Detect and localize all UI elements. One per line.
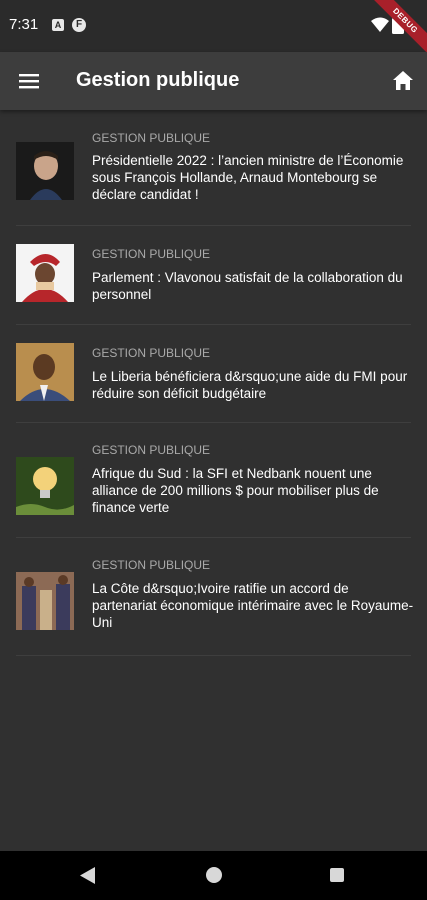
article-thumbnail (16, 142, 74, 200)
home-circle-icon[interactable] (206, 867, 222, 883)
article-item[interactable]: GESTION PUBLIQUE Afrique du Sud : la SFI… (16, 423, 411, 538)
hamburger-menu-icon (19, 74, 39, 89)
article-category: GESTION PUBLIQUE (92, 558, 211, 572)
home-button[interactable] (388, 66, 418, 96)
article-thumbnail (16, 572, 74, 630)
article-item[interactable]: GESTION PUBLIQUE La Côte d&rsquo;Ivoire … (16, 538, 414, 656)
notification-f-icon: F (72, 18, 86, 32)
article-thumbnail (16, 343, 74, 401)
recents-square-icon[interactable] (330, 868, 344, 882)
status-time: 7:31 (9, 16, 39, 33)
back-triangle-icon[interactable] (80, 867, 96, 884)
article-category: GESTION PUBLIQUE (92, 443, 211, 457)
wifi-icon (371, 17, 389, 32)
status-bar: 7:31 A F DEBUG (0, 0, 427, 62)
home-icon (393, 71, 413, 90)
article-title: Afrique du Sud : la SFI et Nedbank nouen… (92, 466, 379, 515)
article-title: Présidentielle 2022 : l’ancien ministre … (92, 153, 404, 202)
system-navigation-bar (0, 851, 427, 900)
article-category: GESTION PUBLIQUE (92, 346, 211, 360)
article-title: Parlement : Vlavonou satisfait de la col… (92, 270, 403, 302)
article-thumbnail (16, 457, 74, 515)
article-item[interactable]: GESTION PUBLIQUE Le Liberia bénéficiera … (16, 325, 411, 423)
app-bar: Gestion publique (0, 52, 427, 110)
article-title: Le Liberia bénéficiera d&rsquo;une aide … (92, 369, 408, 401)
article-item[interactable]: GESTION PUBLIQUE Parlement : Vlavonou sa… (16, 226, 411, 325)
notification-a-icon: A (52, 19, 64, 31)
article-item[interactable]: GESTION PUBLIQUE Présidentielle 2022 : l… (16, 110, 411, 226)
menu-button[interactable] (12, 65, 46, 97)
article-title: La Côte d&rsquo;Ivoire ratifie un accord… (92, 581, 414, 630)
article-category: GESTION PUBLIQUE (92, 131, 211, 145)
article-category: GESTION PUBLIQUE (92, 247, 211, 261)
article-thumbnail (16, 244, 74, 302)
page-title: Gestion publique (76, 69, 240, 91)
